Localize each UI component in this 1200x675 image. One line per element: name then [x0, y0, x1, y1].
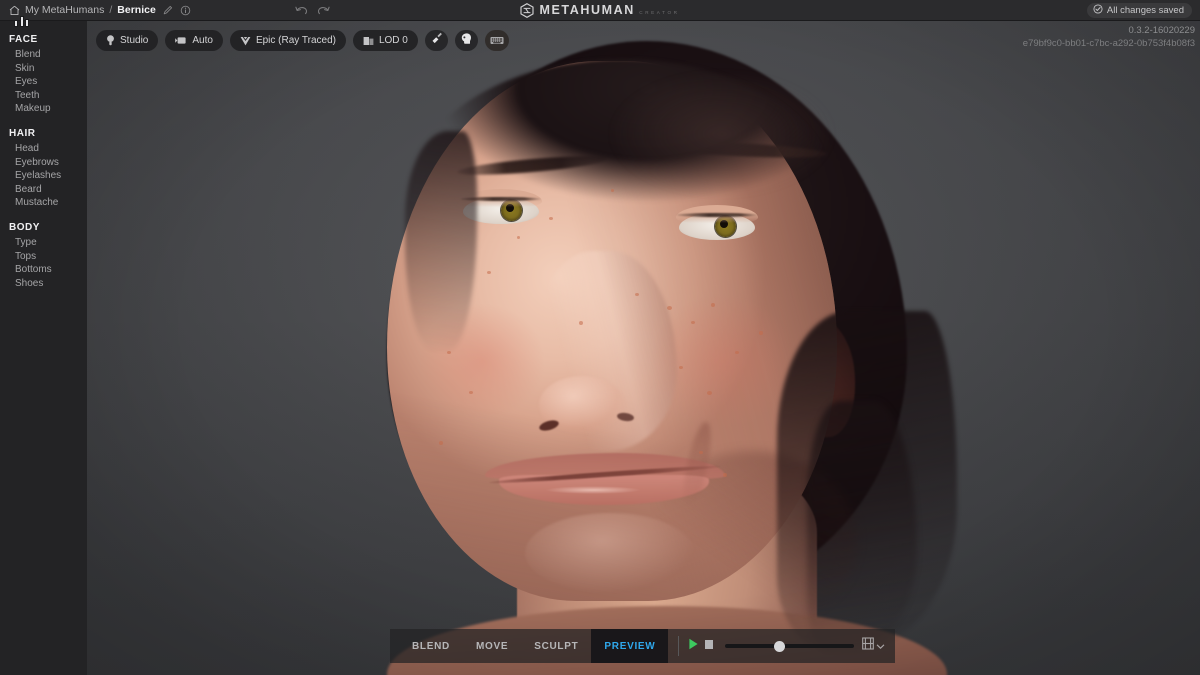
sidebar-item-head[interactable]: Head — [9, 142, 87, 156]
play-triangle-icon — [688, 637, 699, 655]
mode-tab-sculpt[interactable]: SCULPT — [521, 629, 591, 663]
3d-viewport[interactable]: Studio Auto Epic (Ray Traced) LOD 0 — [87, 21, 1200, 675]
nav-group-face: FACE Blend Skin Eyes Teeth Makeup — [9, 34, 87, 116]
nav-group-body: BODY Type Tops Bottoms Shoes — [9, 222, 87, 290]
nav-group-title-body: BODY — [9, 222, 87, 233]
chevron-down-icon — [876, 637, 885, 655]
lod-layers-icon — [363, 36, 374, 46]
info-circle-icon[interactable] — [180, 5, 191, 16]
brand-name: METAHUMAN — [539, 3, 634, 17]
toolbar-divider — [678, 636, 679, 656]
light-bulb-icon — [106, 35, 115, 46]
nav-group-title-hair: HAIR — [9, 128, 87, 139]
breadcrumb-character-name: Bernice — [117, 4, 156, 16]
quality-preset-button[interactable]: Epic (Ray Traced) — [230, 30, 346, 51]
sidebar-item-eyelashes[interactable]: Eyelashes — [9, 169, 87, 183]
metahuman-creator-app: Studio Auto Epic (Ray Traced) LOD 0 — [0, 0, 1200, 675]
stop-square-icon — [704, 637, 714, 655]
character-freckles — [87, 21, 1200, 675]
groom-tool-button[interactable] — [425, 30, 448, 51]
nav-group-hair: HAIR Head Eyebrows Eyelashes Beard Musta… — [9, 128, 87, 210]
sidebar-item-skin[interactable]: Skin — [9, 62, 87, 76]
viewport-toolbar: Studio Auto Epic (Ray Traced) LOD 0 — [96, 30, 509, 51]
slider-handle[interactable] — [774, 641, 785, 652]
nav-group-title-face: FACE — [9, 34, 87, 45]
quality-diamond-icon — [240, 36, 251, 46]
stop-animation-button[interactable] — [704, 637, 714, 655]
lighting-preset-button[interactable]: Studio — [96, 30, 158, 51]
lod-selector-button[interactable]: LOD 0 — [353, 30, 418, 51]
sidebar-item-type[interactable]: Type — [9, 236, 87, 250]
play-animation-button[interactable] — [688, 637, 699, 655]
pencil-edit-icon[interactable] — [163, 5, 173, 15]
status-badge: All changes saved — [1087, 3, 1192, 18]
breadcrumb-separator: / — [108, 4, 113, 16]
film-frame-icon — [862, 637, 874, 655]
sidebar-item-bottoms[interactable]: Bottoms — [9, 263, 87, 277]
sidebar-item-tops[interactable]: Tops — [9, 250, 87, 264]
sidebar-item-teeth[interactable]: Teeth — [9, 89, 87, 103]
sidebar-item-beard[interactable]: Beard — [9, 183, 87, 197]
keyboard-shortcuts-icon — [490, 32, 504, 50]
sidebar-item-makeup[interactable]: Makeup — [9, 102, 87, 116]
undo-arrow-icon[interactable] — [295, 5, 308, 17]
animation-timeline-slider[interactable] — [725, 629, 854, 663]
loading-bars-cursor-icon — [14, 13, 36, 27]
head-profile-icon — [460, 32, 473, 50]
metahuman-character-render — [87, 21, 1200, 675]
redo-arrow-icon[interactable] — [317, 5, 330, 17]
sidebar-item-eyes[interactable]: Eyes — [9, 75, 87, 89]
mode-tab-preview[interactable]: PREVIEW — [591, 629, 668, 663]
lighting-preset-label: Studio — [120, 35, 148, 46]
sidebar-item-eyebrows[interactable]: Eyebrows — [9, 156, 87, 170]
breadcrumb-root-link[interactable]: My MetaHumans — [25, 4, 104, 16]
sidebar-item-blend[interactable]: Blend — [9, 48, 87, 62]
left-sidebar: FACE Blend Skin Eyes Teeth Makeup HAIR H… — [0, 21, 87, 675]
brand-text-block: METAHUMAN CREATOR — [539, 1, 679, 19]
top-bar: My MetaHumans / Bernice — [0, 0, 1200, 21]
sidebar-item-mustache[interactable]: Mustache — [9, 196, 87, 210]
slider-track — [725, 644, 854, 648]
head-view-button[interactable] — [455, 30, 478, 51]
brand-subtitle: CREATOR — [639, 10, 679, 15]
video-camera-icon — [175, 36, 187, 45]
lod-selector-label: LOD 0 — [379, 35, 408, 46]
sidebar-item-shoes[interactable]: Shoes — [9, 277, 87, 291]
quality-preset-label: Epic (Ray Traced) — [256, 35, 336, 46]
save-status-label: All changes saved — [1107, 5, 1184, 16]
bottom-toolbar: BLEND MOVE SCULPT PREVIEW — [390, 629, 895, 663]
groom-brush-icon — [430, 32, 443, 50]
mode-tab-blend[interactable]: BLEND — [399, 629, 463, 663]
mode-tab-group: BLEND MOVE SCULPT PREVIEW — [390, 629, 668, 663]
camera-mode-button[interactable]: Auto — [165, 30, 223, 51]
app-brand: METAHUMAN CREATOR — [500, 1, 700, 19]
mode-tab-move[interactable]: MOVE — [463, 629, 521, 663]
camera-mode-label: Auto — [192, 35, 213, 46]
undo-redo-group — [295, 0, 330, 21]
check-circle-icon — [1093, 4, 1103, 17]
keyboard-shortcuts-button[interactable] — [485, 30, 509, 51]
metahuman-hex-logo-icon — [520, 3, 534, 18]
frame-selector-button[interactable] — [862, 637, 895, 655]
